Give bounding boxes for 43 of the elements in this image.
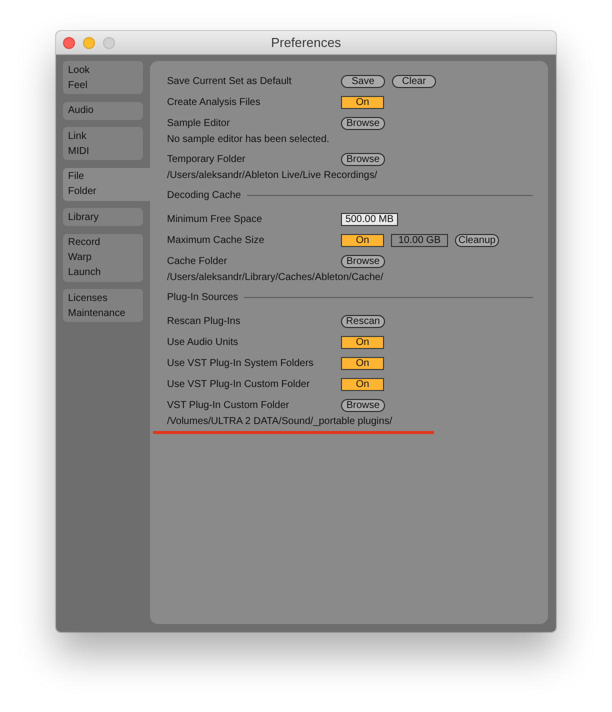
sidebar-tab[interactable]: Link MIDI bbox=[63, 127, 143, 160]
setting-label: Sample Editor bbox=[167, 118, 230, 129]
setting-label: Create Analysis Files bbox=[167, 97, 260, 108]
section-heading: Plug-In Sources bbox=[167, 291, 238, 305]
close-icon[interactable] bbox=[63, 36, 75, 48]
toggle-button[interactable]: On bbox=[341, 96, 384, 109]
info-text: /Users/aleksandr/Library/Caches/Ableton/Cache/ bbox=[167, 272, 384, 283]
section-heading: Decoding Cache bbox=[167, 189, 241, 203]
rounded-button[interactable]: Browse bbox=[341, 399, 385, 412]
value-field[interactable]: 500.00 MB bbox=[341, 213, 398, 226]
sidebar-tab[interactable]: Look Feel bbox=[63, 61, 143, 94]
sidebar-tab[interactable]: Licenses Maintenance bbox=[63, 289, 143, 322]
setting-label: Minimum Free Space bbox=[167, 214, 262, 225]
sidebar-tab[interactable]: Library bbox=[63, 208, 143, 226]
rounded-button[interactable]: Clear bbox=[392, 75, 436, 88]
toggle-button[interactable]: On bbox=[341, 234, 384, 247]
info-text: /Volumes/ULTRA 2 DATA/Sound/_portable plugins/ bbox=[167, 416, 392, 427]
info-text: /Users/aleksandr/Ableton Live/Live Recordings/ bbox=[167, 170, 378, 181]
rounded-button[interactable]: Cleanup bbox=[455, 234, 499, 247]
setting-label: Maximum Cache Size bbox=[167, 235, 264, 246]
sidebar-tab[interactable]: Audio bbox=[63, 102, 143, 120]
rounded-button[interactable]: Browse bbox=[341, 255, 385, 268]
minimize-icon[interactable] bbox=[83, 36, 95, 48]
setting-label: Save Current Set as Default bbox=[167, 76, 292, 87]
setting-label: Use VST Plug-In Custom Folder bbox=[167, 379, 310, 390]
toggle-button[interactable]: On bbox=[341, 336, 384, 349]
setting-label: Rescan Plug-Ins bbox=[167, 316, 240, 327]
setting-label: VST Plug-In Custom Folder bbox=[167, 400, 290, 411]
setting-label: Cache Folder bbox=[167, 256, 228, 267]
toggle-button[interactable]: On bbox=[341, 378, 384, 391]
window-title: Preferences bbox=[270, 34, 342, 52]
sidebar-tab[interactable]: File Folder bbox=[63, 168, 150, 200]
rounded-button[interactable]: Save bbox=[341, 75, 385, 88]
toggle-button[interactable]: On bbox=[341, 357, 384, 370]
sidebar-tab[interactable]: Record Warp Launch bbox=[63, 234, 143, 282]
setting-label: Use VST Plug-In System Folders bbox=[167, 358, 314, 369]
rounded-button[interactable]: Browse bbox=[341, 117, 385, 130]
value-field[interactable]: 10.00 GB bbox=[391, 234, 448, 247]
setting-label: Use Audio Units bbox=[167, 337, 238, 348]
info-text: No sample editor has been selected. bbox=[167, 134, 330, 145]
rounded-button[interactable]: Browse bbox=[341, 153, 385, 166]
setting-label: Temporary Folder bbox=[167, 154, 246, 165]
rounded-button[interactable]: Rescan bbox=[341, 315, 385, 328]
